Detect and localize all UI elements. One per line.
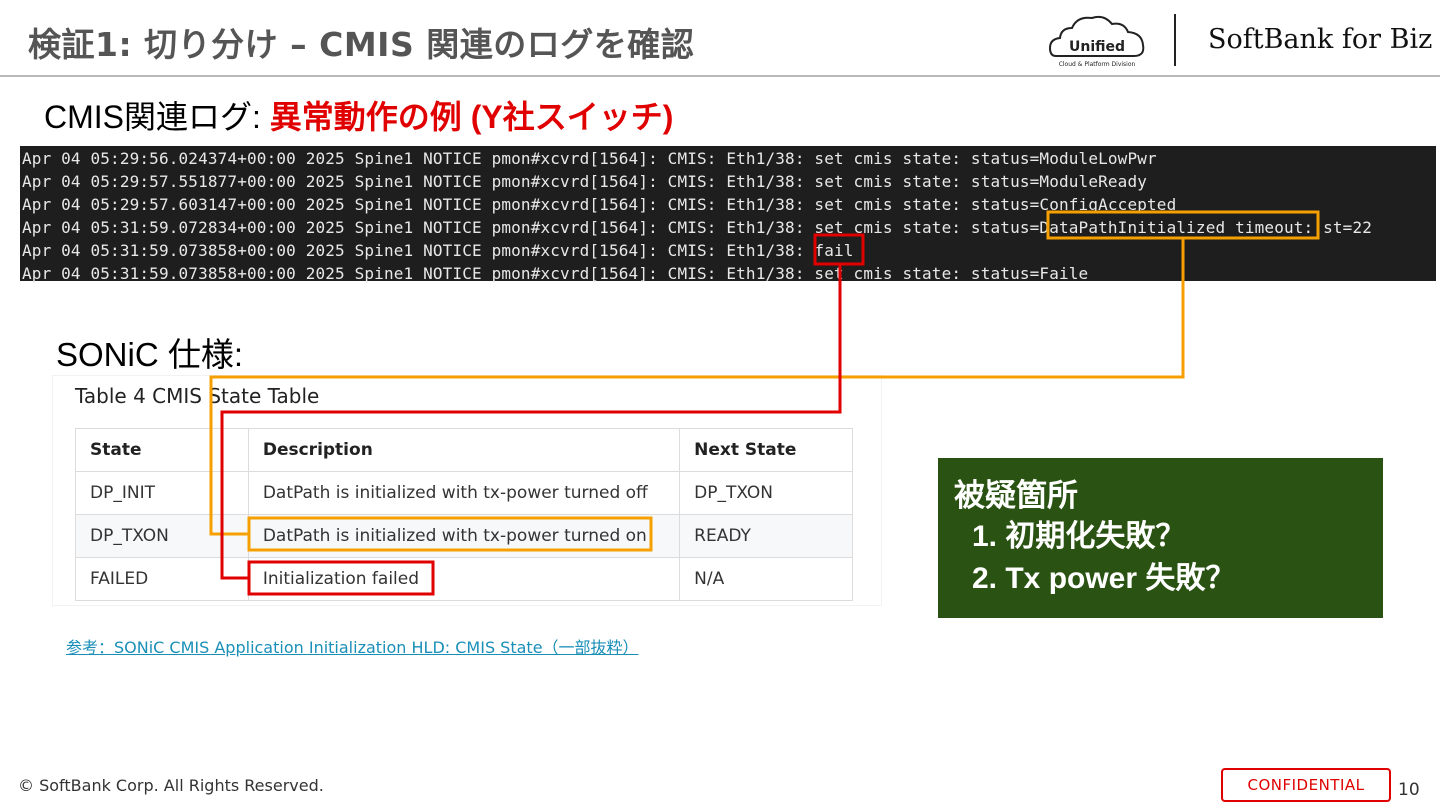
table-cell: DatPath is initialized with tx-power tur… — [247, 514, 681, 558]
log-panel: Apr 04 05:29:56.024374+00:00 2025 Spine1… — [20, 146, 1436, 283]
title-rule — [0, 75, 1440, 77]
logo-divider — [1174, 14, 1176, 66]
reference-link[interactable]: 参考：SONiC CMIS Application Initialization… — [66, 634, 639, 658]
subtitle-prefix: CMIS関連ログ: — [44, 99, 270, 135]
suspect-box: 被疑箇所 1. 初期化失敗？ 2. Tx power 失敗？ — [938, 458, 1383, 618]
log-line: Apr 04 05:29:57.603147+00:00 2025 Spine1… — [22, 195, 1177, 214]
table-cell: DP_INIT — [75, 471, 249, 515]
cmis-state-table: State Description Next State DP_INIT Dat… — [75, 428, 853, 601]
table-cell: DP_TXON — [75, 514, 249, 558]
table-cell: DatPath is initialized with tx-power tur… — [247, 471, 681, 515]
softbank-logo: SoftBank for Biz — [1208, 24, 1433, 55]
table-header-row: State Description Next State — [75, 428, 853, 472]
table-row: FAILED Initialization failed N/A — [75, 557, 853, 601]
suspect-item: 1. 初期化失敗？ — [972, 520, 1186, 553]
suspect-item: 2. Tx power 失敗？ — [972, 562, 1236, 595]
slide-title: 検証1: 切り分け – CMIS 関連のログを確認 — [28, 25, 695, 64]
log-line: Apr 04 05:29:57.551877+00:00 2025 Spine1… — [22, 172, 1148, 191]
table-cell: Initialization failed — [247, 557, 681, 601]
table-header-cell: Description — [247, 428, 681, 472]
spec-heading: SONiC 仕様: — [56, 336, 244, 373]
unified-logo: Unified Cloud & Platform Division — [1048, 15, 1145, 68]
copyright: © SoftBank Corp. All Rights Reserved. — [18, 776, 324, 795]
table-row: DP_TXON DatPath is initialized with tx-p… — [75, 514, 853, 558]
table-header-cell: Next State — [679, 428, 853, 472]
logo-unified-subtext: Cloud & Platform Division — [1059, 61, 1136, 68]
table-cell: N/A — [679, 557, 853, 601]
table-cell: DP_TXON — [679, 471, 853, 515]
confidential-badge: CONFIDENTIAL — [1221, 768, 1391, 802]
page-number: 10 — [1398, 780, 1420, 800]
spec-table-panel: Table 4 CMIS State Table State Descripti… — [53, 376, 881, 605]
log-line: Apr 04 05:31:59.073858+00:00 2025 Spine1… — [22, 264, 1089, 283]
suspect-title: 被疑箇所 — [954, 478, 1078, 513]
log-line: Apr 04 05:29:56.024374+00:00 2025 Spine1… — [22, 149, 1157, 168]
subtitle-highlight: 異常動作の例 (Y社スイッチ) — [269, 99, 674, 135]
spec-table-title: Table 4 CMIS State Table — [75, 384, 320, 408]
log-line: Apr 04 05:31:59.072834+00:00 2025 Spine1… — [22, 218, 1373, 237]
table-cell: READY — [679, 514, 853, 558]
subtitle: CMIS関連ログ: 異常動作の例 (Y社スイッチ) — [44, 92, 673, 138]
log-line: Apr 04 05:31:59.073858+00:00 2025 Spine1… — [22, 241, 854, 260]
table-row: DP_INIT DatPath is initialized with tx-p… — [75, 471, 853, 515]
logo-unified-text: Unified — [1069, 39, 1125, 55]
table-header-cell: State — [75, 428, 249, 472]
table-cell: FAILED — [75, 557, 249, 601]
